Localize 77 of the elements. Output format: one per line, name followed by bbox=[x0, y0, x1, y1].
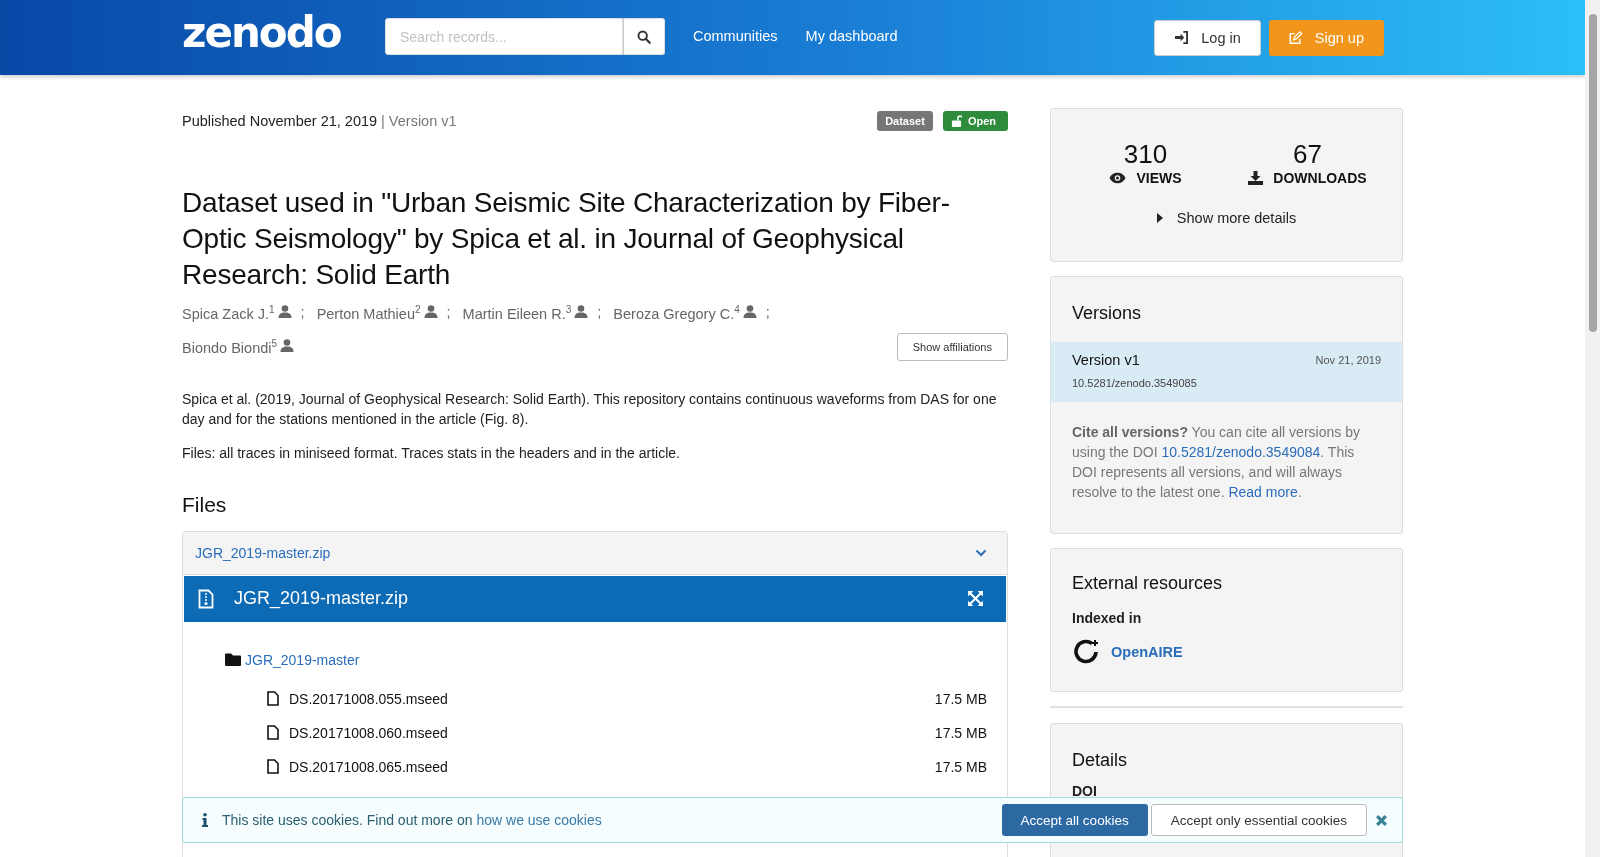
creator-link[interactable]: Biondo Biondi$^{5}$ bbox=[182, 334, 278, 357]
login-button[interactable]: Log in bbox=[1154, 19, 1261, 56]
logo[interactable]: zenodo bbox=[182, 11, 382, 54]
sign-in-icon bbox=[1174, 31, 1190, 44]
file-size: 17.5 MB bbox=[934, 690, 987, 707]
detail-label: DOI bbox=[1072, 783, 1098, 799]
accept-all-cookies-button[interactable]: Accept all cookies bbox=[1001, 804, 1148, 836]
creator-link[interactable]: Beroza Gregory C.$^{4}$ bbox=[613, 301, 740, 323]
description-paragraph: Files: all traces in miniseed format. Traces stats in the headers and in the article. bbox=[182, 443, 681, 463]
version-item[interactable]: Version v1 Nov 21, 2019 10.5281/zenodo.3549085 bbox=[1051, 342, 1402, 402]
chevron-down-icon[interactable] bbox=[975, 548, 987, 557]
cookie-notice: This site uses cookies. Find out more on how we use cookies bbox=[222, 812, 602, 828]
stat-label: VIEWS bbox=[1136, 170, 1182, 186]
file-icon bbox=[267, 691, 279, 707]
archive-link[interactable]: JGR_2019-master.zip bbox=[195, 544, 331, 561]
file-icon bbox=[267, 759, 279, 775]
file-name: DS.20171008.055.mseed bbox=[289, 690, 448, 707]
download-icon bbox=[1248, 171, 1264, 185]
indexed-in-label: Indexed in bbox=[1072, 610, 1143, 626]
separator: ; bbox=[446, 302, 451, 321]
caret-right-icon bbox=[1156, 213, 1163, 223]
file-name: DS.20171008.065.mseed bbox=[289, 758, 448, 775]
show-more-details-link[interactable]: Show more details bbox=[1156, 210, 1297, 226]
versions-heading: Versions bbox=[1071, 302, 1143, 325]
person-icon bbox=[277, 305, 292, 319]
details-heading: Details bbox=[1072, 749, 1129, 771]
person-icon bbox=[742, 305, 757, 319]
version-doi: 10.5281/zenodo.3549085 bbox=[1072, 377, 1198, 389]
ring-logo-icon bbox=[1072, 638, 1100, 666]
folder-icon bbox=[225, 653, 241, 667]
preview-title: JGR_2019-master.zip bbox=[234, 588, 409, 610]
cite-all-versions-note: Cite all versions? You can cite all versions by using the DOI 10.5281/zenodo.3549084. This DOI represents all versions, and will always resolve to the latest one. Read more. bbox=[1071, 423, 1361, 502]
search-icon bbox=[637, 29, 651, 44]
unlock-icon bbox=[950, 115, 962, 127]
eye-icon bbox=[1109, 172, 1127, 184]
cookie-policy-link[interactable]: how we use cookies bbox=[476, 812, 602, 828]
read-more-link[interactable]: Read more bbox=[1228, 484, 1298, 500]
nav-link[interactable]: My dashboard bbox=[805, 27, 898, 44]
stat-value: 310 bbox=[1123, 140, 1168, 168]
file-size: 17.5 MB bbox=[934, 758, 987, 775]
external-resources-heading: External resources bbox=[1072, 572, 1224, 594]
version-title: Version v1 bbox=[1072, 352, 1140, 368]
publication-date: Published November 21, 2019 bbox=[182, 113, 378, 129]
openaire-link[interactable]: OpenAIRE bbox=[1111, 644, 1183, 660]
creator-link[interactable]: Martin Eileen R.$^{3}$ bbox=[462, 301, 572, 323]
creator-link[interactable]: Perton Mathieu$^{2}$ bbox=[316, 301, 421, 323]
scrollbar[interactable] bbox=[1585, 0, 1600, 857]
access-badge: Open bbox=[942, 111, 1008, 131]
person-icon bbox=[574, 305, 589, 319]
nav-link[interactable]: Communities bbox=[693, 27, 778, 44]
files-heading: Files bbox=[182, 492, 228, 517]
separator: ; bbox=[300, 302, 305, 321]
search-field[interactable]: Search records... bbox=[385, 18, 623, 55]
creator-link[interactable]: Spica Zack J.$^{1}$ bbox=[182, 301, 275, 323]
person-icon bbox=[280, 339, 295, 353]
person-icon bbox=[423, 305, 438, 319]
info-icon bbox=[202, 813, 208, 827]
stat-label: DOWNLOADS bbox=[1273, 170, 1367, 186]
expand-icon[interactable] bbox=[967, 590, 984, 608]
stat-value: 67 bbox=[1293, 140, 1322, 168]
edit-icon bbox=[1287, 30, 1303, 45]
type-badge: Dataset bbox=[877, 111, 933, 131]
file-name: DS.20171008.060.mseed bbox=[289, 724, 448, 741]
record-title: Dataset used in "Urban Seismic Site Characterization by Fiber-Optic Seismology" by Spica et al. in Journal of Geophysical Research: Solid Earth bbox=[182, 186, 951, 292]
separator: ; bbox=[765, 302, 770, 321]
close-icon[interactable] bbox=[1375, 813, 1388, 827]
file-size: 17.5 MB bbox=[934, 724, 987, 741]
file-icon bbox=[267, 725, 279, 741]
archive-file-icon bbox=[198, 588, 214, 609]
search-button[interactable] bbox=[623, 18, 665, 55]
version-date: Nov 21, 2019 bbox=[1315, 354, 1381, 366]
description-paragraph: Spica et al. (2019, Journal of Geophysical Research: Solid Earth). This repository contains continuous waveforms from DAS for one day and for the stations mentioned in the article (Fig. 8). bbox=[182, 389, 998, 429]
separator: ; bbox=[597, 302, 602, 321]
accept-essential-cookies-button[interactable]: Accept only essential cookies bbox=[1150, 804, 1367, 836]
folder-link[interactable]: JGR_2019-master bbox=[245, 651, 360, 668]
show-affiliations-button[interactable]: Show affiliations bbox=[896, 332, 1008, 361]
version-label: | Version v1 bbox=[381, 113, 457, 129]
